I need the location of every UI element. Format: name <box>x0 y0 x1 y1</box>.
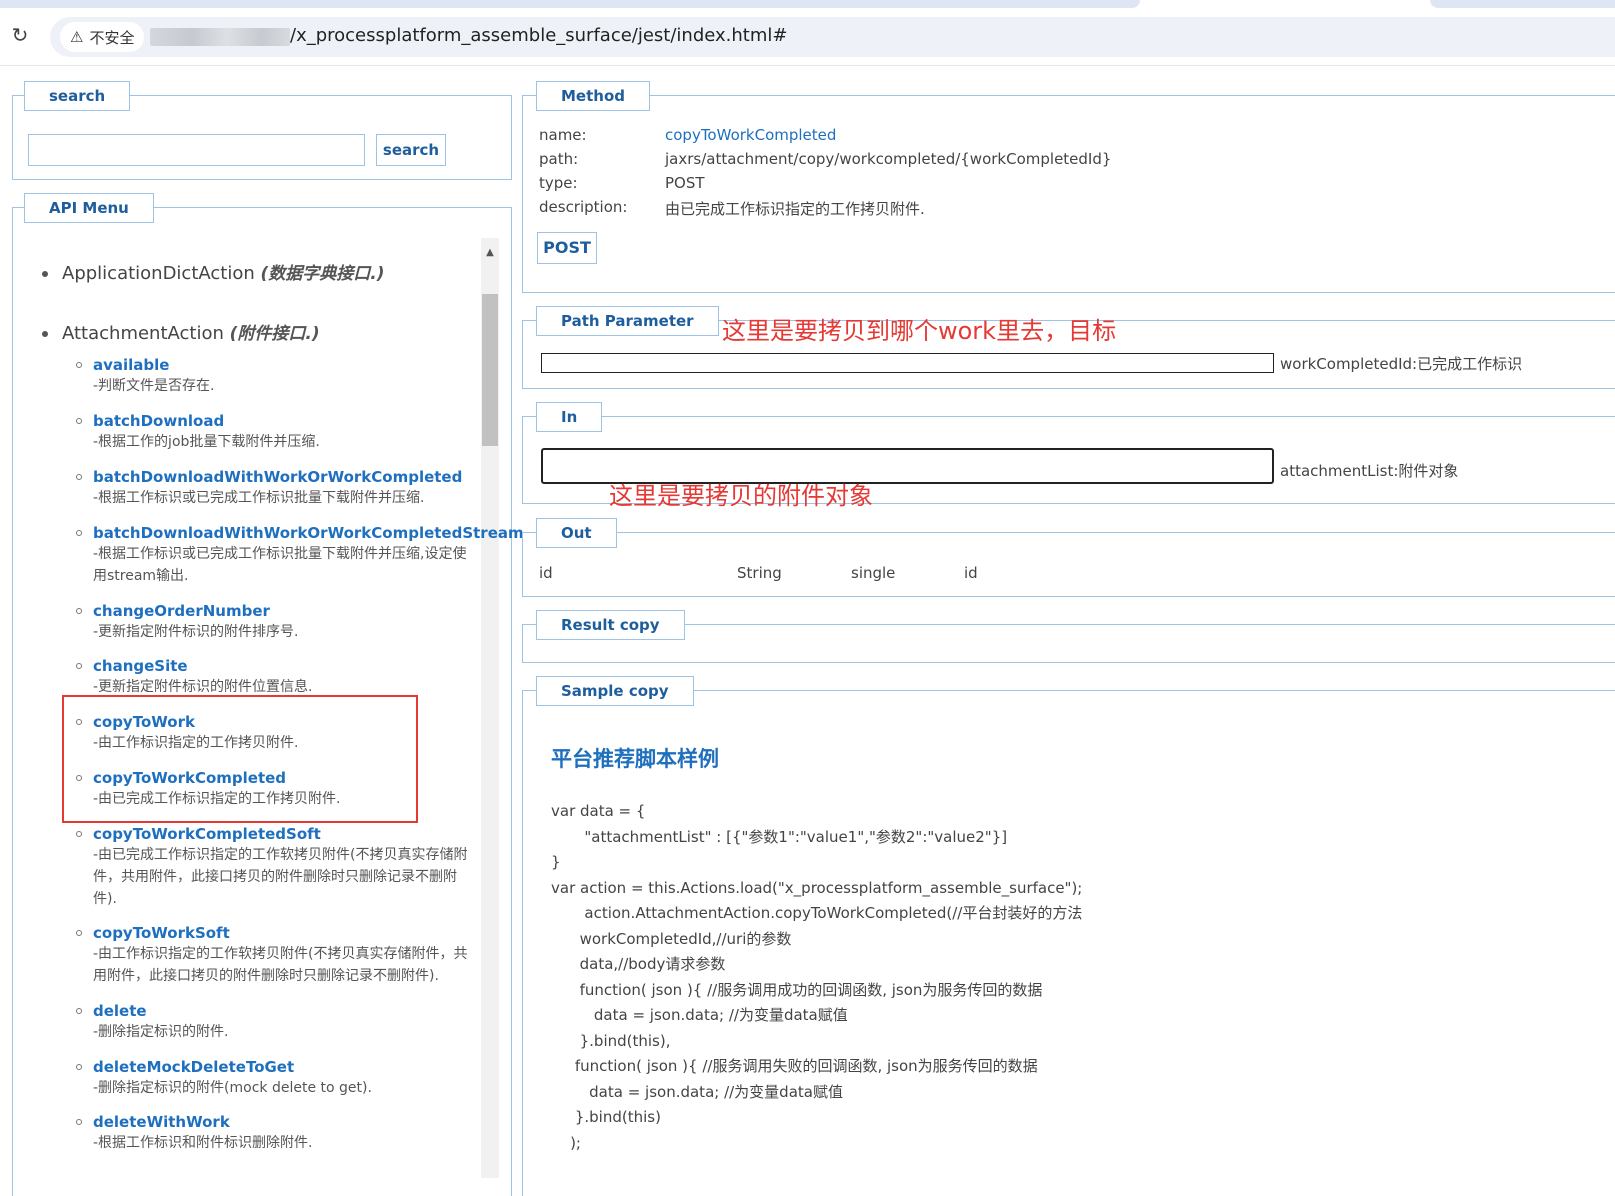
circle-bullet-icon <box>76 418 82 424</box>
method-path-value: jaxrs/attachment/copy/workcompleted/{wor… <box>665 150 1112 168</box>
scroll-up-icon[interactable]: ▲ <box>481 246 499 260</box>
sample-copy-legend[interactable]: Sample copy <box>536 676 694 706</box>
menu-item-name[interactable]: batchDownloadWithWorkOrWorkCompleted <box>93 467 503 487</box>
method-type-value: POST <box>665 174 705 192</box>
sample-code: var data = { "attachmentList" : [{"参数1":… <box>551 802 1083 1152</box>
menu-item-name[interactable]: changeSite <box>93 656 503 676</box>
menu-item-available[interactable]: available -判断文件是否存在. <box>76 355 503 397</box>
menu-item-name[interactable]: changeOrderNumber <box>93 601 503 621</box>
menu-item-changesite[interactable]: changeSite -更新指定附件标识的附件位置信息. <box>76 656 503 698</box>
browser-toolbar: ↻ ⚠ 不安全 /x_processplatform_assemble_surf… <box>0 12 1615 66</box>
circle-bullet-icon <box>76 362 82 368</box>
menu-item-batchdownloadwithworkorworkcompleted[interactable]: batchDownloadWithWorkOrWorkCompleted -根据工… <box>76 467 503 509</box>
out-field-type: String <box>737 564 782 582</box>
security-label: 不安全 <box>89 28 135 47</box>
circle-bullet-icon <box>76 608 82 614</box>
circle-bullet-icon <box>76 530 82 536</box>
sample-heading: 平台推荐脚本样例 <box>551 747 719 771</box>
method-description-value: 由已完成工作标识指定的工作拷贝附件. <box>665 200 925 218</box>
out-field-multiplicity: single <box>851 564 896 582</box>
post-button[interactable]: POST <box>537 232 597 264</box>
url-host-redacted <box>150 28 290 46</box>
group-name: AttachmentAction <box>62 323 224 344</box>
method-fieldset: Method name: copyToWorkCompleted path: j… <box>522 81 1615 293</box>
api-menu-legend: API Menu <box>24 193 154 223</box>
method-path-label: path: <box>539 150 579 168</box>
warning-icon: ⚠ <box>70 28 84 46</box>
url-text[interactable]: /x_processplatform_assemble_surface/jest… <box>290 25 787 46</box>
browser-tab[interactable] <box>1430 0 1615 8</box>
menu-item-desc: -根据工作标识或已完成工作标识批量下载附件并压缩. <box>93 490 425 506</box>
menu-item-desc: -由工作标识指定的工作软拷贝附件(不拷贝真实存储附件，共用附件，此接口拷贝的附件… <box>93 946 468 984</box>
menu-item-desc: -删除指定标识的附件. <box>93 1024 229 1040</box>
circle-bullet-icon <box>76 831 82 837</box>
circle-bullet-icon <box>76 474 82 480</box>
method-type-label: type: <box>539 174 578 192</box>
menu-item-desc: -根据工作标识或已完成工作标识批量下载附件并压缩,设定使用stream输出. <box>93 546 467 584</box>
search-fieldset: search search <box>12 81 512 180</box>
reload-icon[interactable]: ↻ <box>8 23 32 47</box>
menu-item-desc: -由已完成工作标识指定的工作软拷贝附件(不拷贝真实存储附件，共用附件，此接口拷贝… <box>93 847 468 907</box>
circle-bullet-icon <box>76 1008 82 1014</box>
browser-tab[interactable] <box>0 0 1140 8</box>
menu-item-name[interactable]: deleteMockDeleteToGet <box>93 1057 503 1077</box>
menu-item-delete[interactable]: delete -删除指定标识的附件. <box>76 1001 503 1043</box>
group-desc: (数据字典接口.) <box>260 264 385 284</box>
menu-item-name[interactable]: deleteWithWork <box>93 1112 503 1132</box>
circle-bullet-icon <box>76 1119 82 1125</box>
menu-item-batchdownloadwithworkorworkcompletedstream[interactable]: batchDownloadWithWorkOrWorkCompletedStre… <box>76 523 524 587</box>
result-copy-legend[interactable]: Result copy <box>536 610 685 640</box>
menu-item-desc: -根据工作标识和附件标识删除附件. <box>93 1135 313 1151</box>
menu-group-applicationdictaction[interactable]: ApplicationDictAction (数据字典接口.) <box>42 259 385 284</box>
circle-bullet-icon <box>76 1064 82 1070</box>
method-name-value: copyToWorkCompleted <box>665 126 837 144</box>
menu-item-batchdownload[interactable]: batchDownload -根据工作的job批量下载附件并压缩. <box>76 411 503 453</box>
menu-item-desc: -判断文件是否存在. <box>93 378 215 394</box>
menu-group-attachmentaction[interactable]: AttachmentAction (附件接口.) <box>42 319 320 344</box>
security-indicator[interactable]: ⚠ 不安全 <box>60 22 145 52</box>
workcompletedid-label: workCompletedId:已完成工作标识 <box>1280 355 1523 373</box>
circle-bullet-icon <box>76 663 82 669</box>
out-legend: Out <box>536 518 617 548</box>
menu-item-desc: -更新指定附件标识的附件排序号. <box>93 624 299 640</box>
workcompletedid-input[interactable] <box>541 353 1274 373</box>
menu-item-changeordernumber[interactable]: changeOrderNumber -更新指定附件标识的附件排序号. <box>76 601 503 643</box>
menu-item-deletewithwork[interactable]: deleteWithWork -根据工作标识和附件标识删除附件. <box>76 1112 503 1154</box>
out-fieldset: Out id String single id <box>522 518 1615 597</box>
bullet-icon <box>42 271 48 277</box>
path-parameter-legend: Path Parameter <box>536 306 719 336</box>
group-desc: (附件接口.) <box>229 324 320 344</box>
path-parameter-annotation: 这里是要拷贝到哪个work里去，目标 <box>722 317 1117 345</box>
menu-item-name[interactable]: batchDownload <box>93 411 503 431</box>
in-legend: In <box>536 402 603 432</box>
sample-fieldset: Sample copy 平台推荐脚本样例 var data = { "attac… <box>522 676 1615 1196</box>
method-name-label: name: <box>539 126 587 144</box>
method-legend: Method <box>536 81 650 111</box>
out-field-description: id <box>964 564 978 582</box>
menu-item-desc: -删除指定标识的附件(mock delete to get). <box>93 1080 372 1096</box>
menu-item-name[interactable]: batchDownloadWithWorkOrWorkCompletedStre… <box>93 523 524 543</box>
highlight-annotation-box <box>62 695 418 823</box>
in-annotation: 这里是要拷贝的附件对象 <box>609 482 873 510</box>
menu-item-name[interactable]: delete <box>93 1001 503 1021</box>
tab-strip <box>0 0 1615 12</box>
group-name: ApplicationDictAction <box>62 263 255 284</box>
out-field-name: id <box>539 564 553 582</box>
attachmentlist-label: attachmentList:附件对象 <box>1280 462 1459 480</box>
menu-item-name[interactable]: copyToWorkCompletedSoft <box>93 824 478 844</box>
circle-bullet-icon <box>76 930 82 936</box>
menu-item-desc: -根据工作的job批量下载附件并压缩. <box>93 434 320 450</box>
search-input[interactable] <box>28 134 365 166</box>
menu-item-deletemockdeletetoget[interactable]: deleteMockDeleteToGet -删除指定标识的附件(mock del… <box>76 1057 503 1099</box>
bullet-icon <box>42 331 48 337</box>
search-button[interactable]: search <box>376 134 446 166</box>
menu-item-name[interactable]: available <box>93 355 503 375</box>
menu-item-name[interactable]: copyToWorkSoft <box>93 923 478 943</box>
method-description-label: description: <box>539 198 628 216</box>
result-fieldset: Result copy <box>522 610 1615 663</box>
search-legend: search <box>24 81 131 111</box>
menu-item-copytoworksoft[interactable]: copyToWorkSoft -由工作标识指定的工作软拷贝附件(不拷贝真实存储附件… <box>76 923 478 987</box>
menu-item-copytoworkcompletedsoft[interactable]: copyToWorkCompletedSoft -由已完成工作标识指定的工作软拷贝… <box>76 824 478 910</box>
address-bar[interactable]: ⚠ 不安全 /x_processplatform_assemble_surfac… <box>50 17 1615 57</box>
